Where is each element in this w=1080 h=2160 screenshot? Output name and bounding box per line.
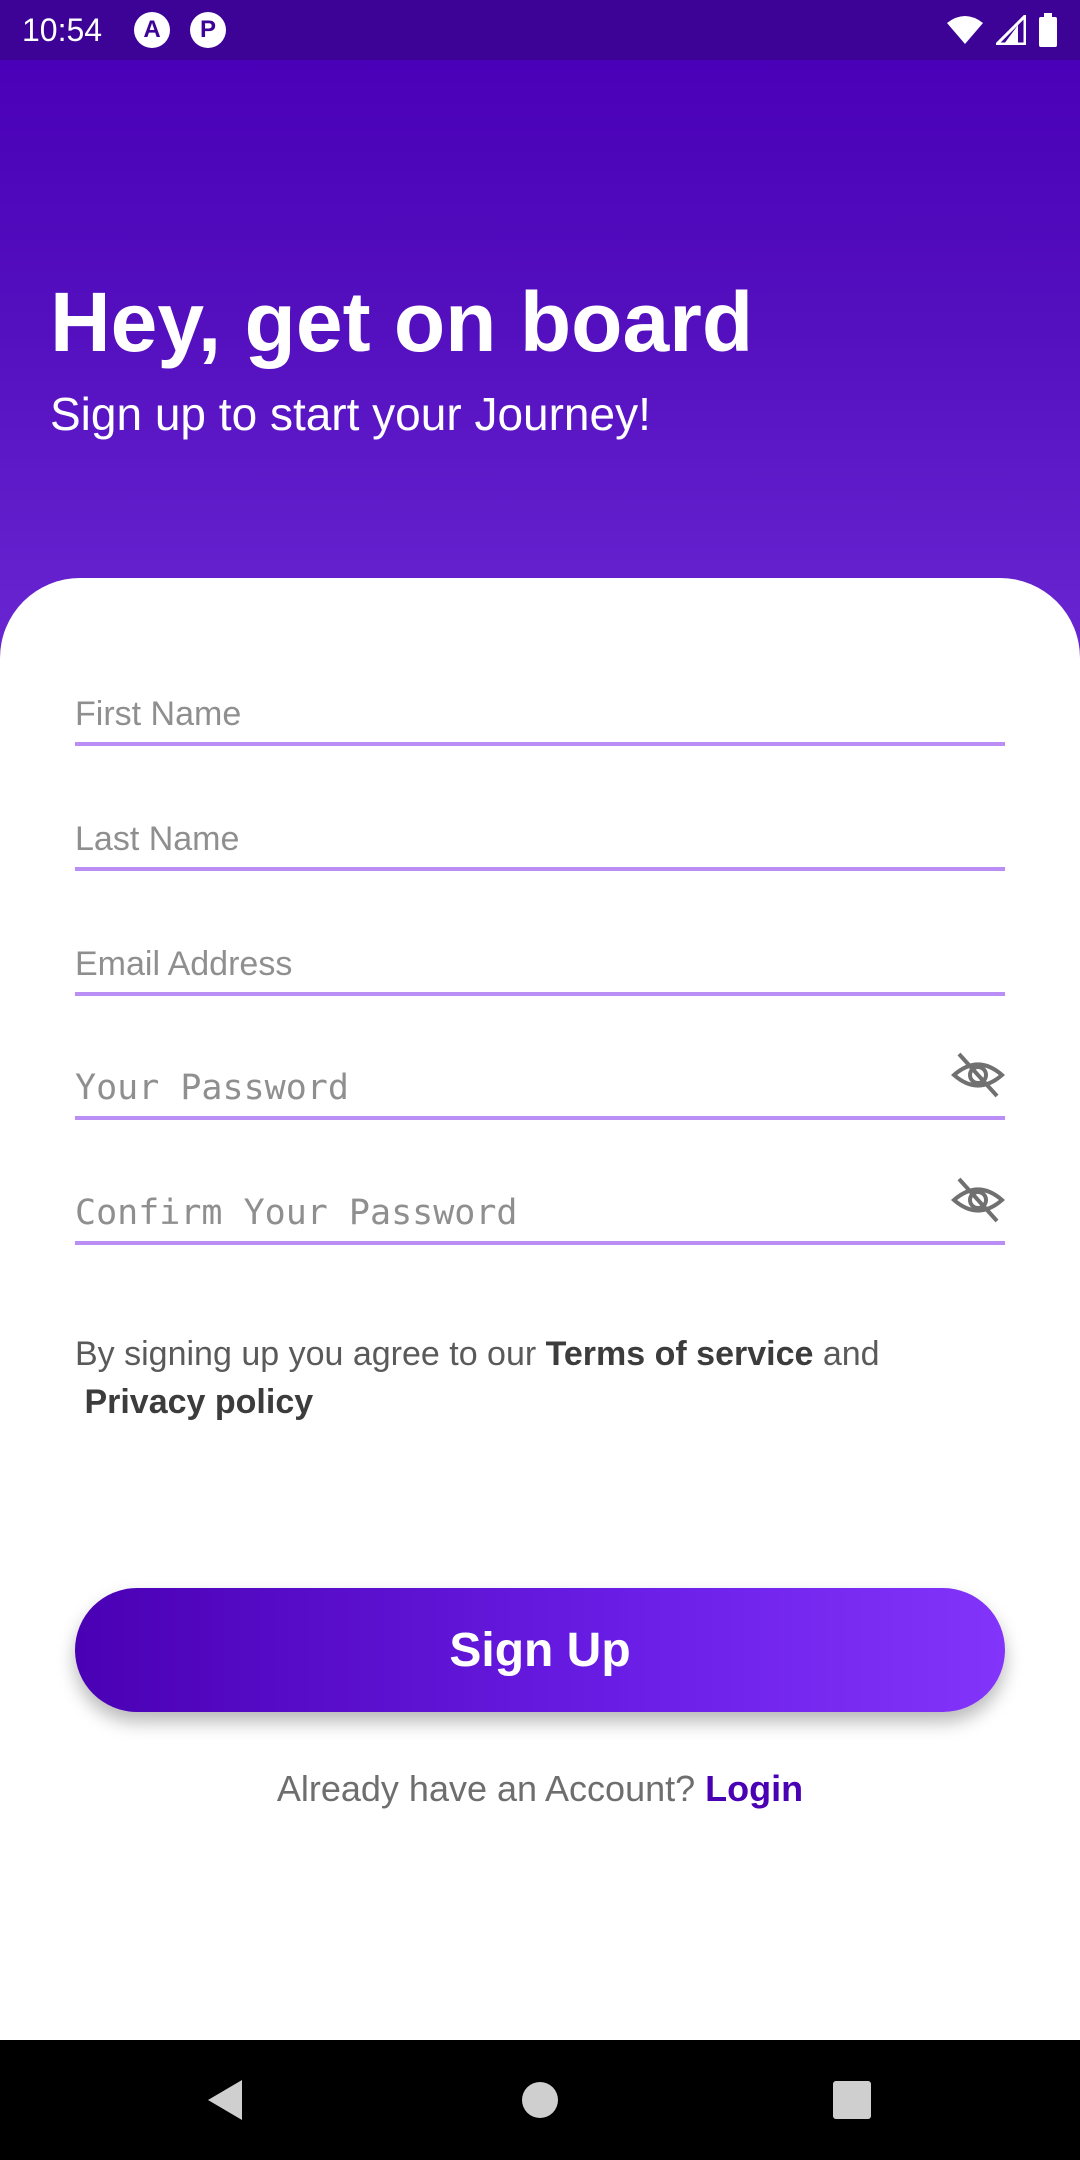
terms-of-service-link[interactable]: Terms of service: [546, 1335, 814, 1373]
login-prompt: Already have an Account? Login: [0, 1764, 1080, 1814]
privacy-policy-link[interactable]: Privacy policy: [84, 1383, 313, 1421]
recents-icon[interactable]: [822, 2070, 882, 2130]
email-input[interactable]: [75, 945, 935, 984]
last-name-field: [75, 793, 1005, 871]
status-time: 10:54: [22, 12, 103, 48]
password-input[interactable]: [75, 1068, 935, 1108]
sign-up-button[interactable]: Sign Up: [75, 1588, 1005, 1712]
first-name-field: [75, 668, 1005, 746]
battery-icon: [1039, 13, 1057, 47]
status-bar: 10:54 A P: [0, 0, 1080, 60]
status-indicators: [946, 12, 1058, 48]
email-field: [75, 918, 1005, 996]
confirm-password-field: [75, 1167, 1005, 1245]
cellular-signal-icon: [996, 15, 1026, 45]
login-prompt-text: Already have an Account?: [276, 1768, 696, 1809]
app-notification-icon: P: [190, 12, 226, 48]
page-subtitle: Sign up to start your Journey!: [50, 388, 651, 440]
last-name-input[interactable]: [75, 820, 935, 859]
toggle-password-visibility-icon[interactable]: [951, 1048, 1005, 1102]
confirm-password-input[interactable]: [75, 1193, 935, 1233]
legal-text: By signing up you agree to our Terms of …: [75, 1330, 1005, 1426]
wifi-icon: [947, 16, 983, 44]
system-navigation-bar: [0, 2040, 1080, 2160]
legal-and: and: [822, 1335, 880, 1373]
app-notification-icon: A: [134, 12, 170, 48]
first-name-input[interactable]: [75, 695, 935, 734]
page-title: Hey, get on board: [50, 275, 754, 369]
login-link[interactable]: Login: [705, 1768, 803, 1809]
home-icon[interactable]: [510, 2070, 570, 2130]
password-field: [75, 1042, 1005, 1120]
back-icon[interactable]: [196, 2070, 256, 2130]
toggle-confirm-password-visibility-icon[interactable]: [951, 1173, 1005, 1227]
legal-prefix: By signing up you agree to our: [75, 1335, 537, 1373]
